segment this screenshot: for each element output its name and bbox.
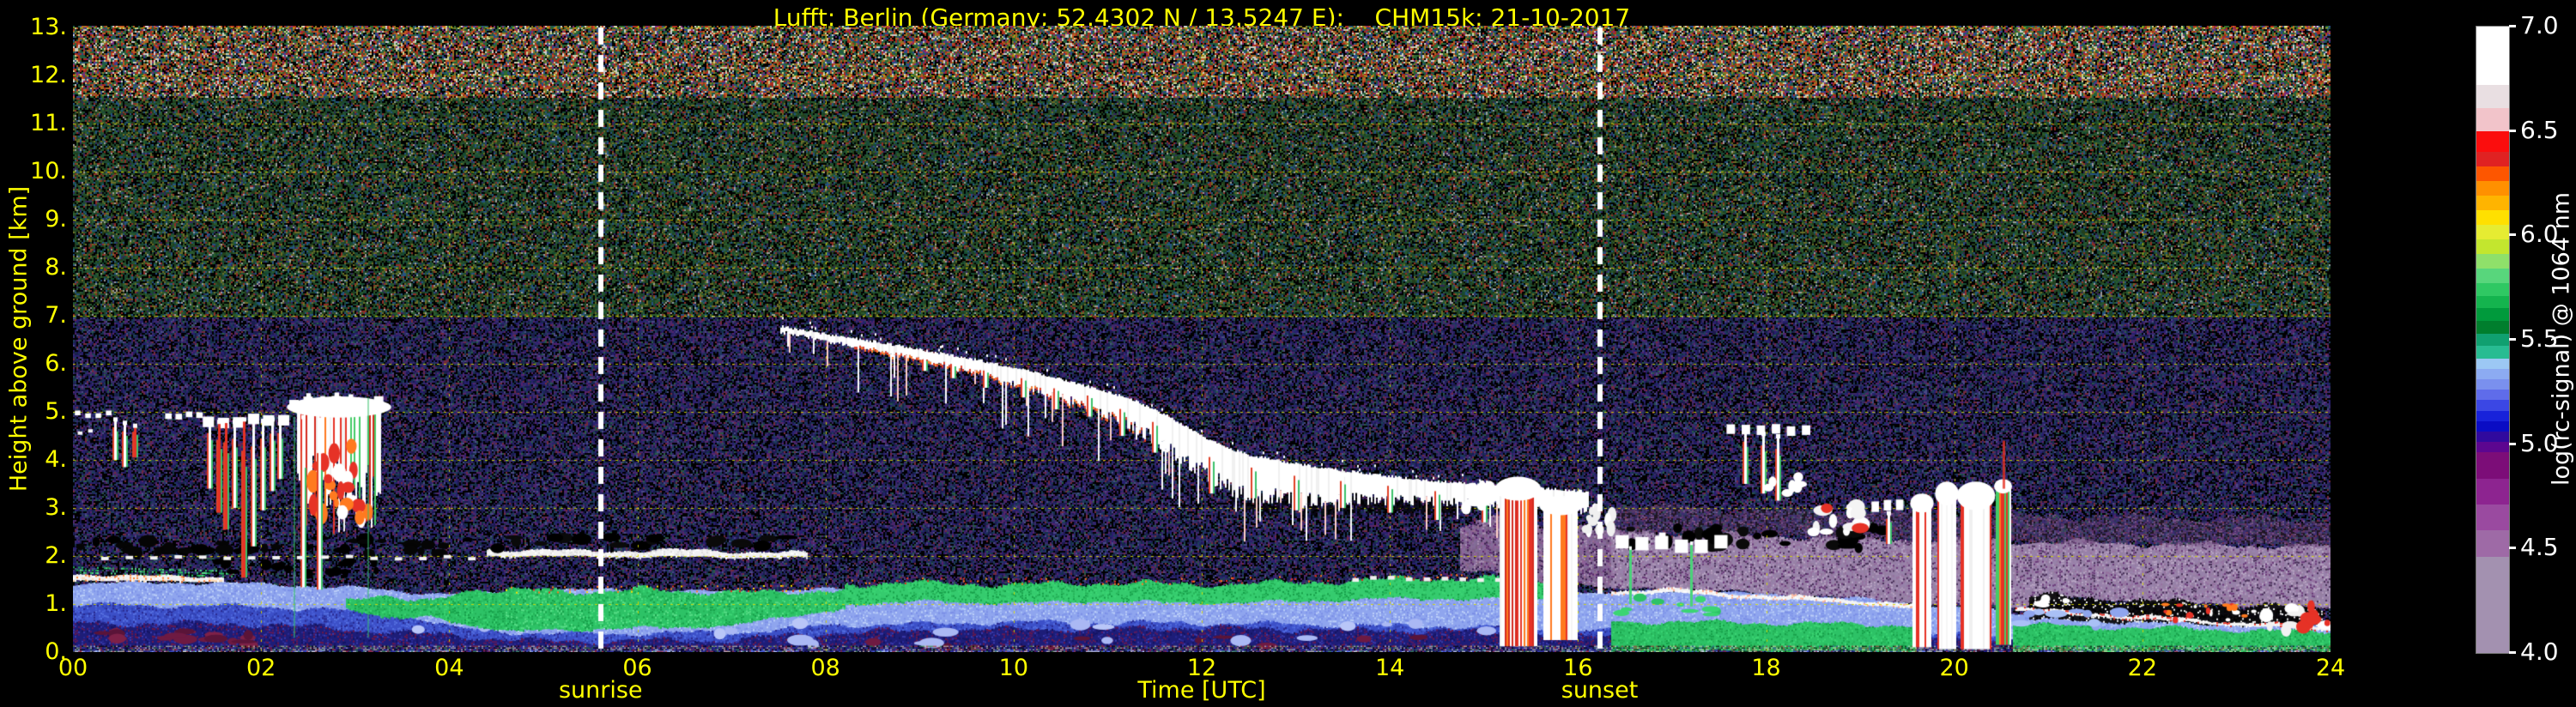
y-tick-label: 3. <box>45 494 67 521</box>
colorbar-tick-mark <box>2509 547 2516 550</box>
colorbar-segment <box>2476 308 2509 322</box>
x-tick-label: 14 <box>1374 655 1405 681</box>
x-tick-label: 16 <box>1563 655 1593 681</box>
colorbar-tick-label: 4.5 <box>2520 533 2559 562</box>
y-tick-label: 2. <box>45 542 67 569</box>
colorbar-segment <box>2476 368 2509 380</box>
colorbar-segment <box>2476 346 2509 359</box>
colorbar-tick-mark <box>2509 442 2516 445</box>
y-tick-label: 6. <box>45 350 67 377</box>
y-tick-label: 9. <box>45 206 67 233</box>
colorbar-segment <box>2476 283 2509 296</box>
colorbar-tick-mark <box>2509 233 2516 237</box>
colorbar-tick-label: 7.0 <box>2520 11 2559 39</box>
colorbar-tick-mark <box>2509 651 2516 654</box>
x-tick-label: 10 <box>998 655 1028 681</box>
colorbar-segment <box>2476 210 2509 226</box>
y-tick-label: 1. <box>45 590 67 617</box>
ceilometer-quicklook: Lufft: Berlin (Germany; 52.4302 N / 13.5… <box>0 0 2576 707</box>
y-tick-label: 10. <box>30 158 67 184</box>
x-tick-label: 06 <box>622 655 652 681</box>
colorbar-segment <box>2476 442 2509 453</box>
colorbar-segment <box>2476 295 2509 309</box>
colorbar-segment <box>2476 269 2509 284</box>
colorbar-segment <box>2476 431 2509 443</box>
colorbar <box>2476 26 2510 654</box>
colorbar-segment <box>2476 530 2509 557</box>
x-tick-label: 20 <box>1939 655 1969 681</box>
colorbar-segment <box>2476 410 2509 421</box>
colorbar-tick-label: 6.5 <box>2520 115 2559 144</box>
y-tick-label: 8. <box>45 254 67 281</box>
colorbar-segment <box>2476 130 2509 152</box>
x-tick-label: 24 <box>2315 655 2346 681</box>
colorbar-segment <box>2476 400 2509 411</box>
colorbar-segment <box>2476 321 2509 334</box>
colorbar-tick-label: 5.0 <box>2520 428 2559 457</box>
colorbar-segment <box>2476 556 2509 653</box>
colorbar-segment <box>2476 151 2509 167</box>
ceilometer-heatmap-canvas <box>73 26 2331 652</box>
colorbar-segment <box>2476 107 2509 131</box>
x-tick-label: 02 <box>245 655 276 681</box>
y-tick-label: 7. <box>45 302 67 329</box>
colorbar-segment <box>2476 85 2509 108</box>
x-tick-label: 00 <box>58 655 88 681</box>
y-tick-label: 13. <box>30 14 67 40</box>
colorbar-segment <box>2476 166 2509 182</box>
colorbar-segment <box>2476 27 2509 86</box>
y-tick-label: 4. <box>45 446 67 473</box>
colorbar-tick-mark <box>2509 129 2516 132</box>
x-tick-label: 08 <box>810 655 840 681</box>
colorbar-segment <box>2476 390 2509 401</box>
colorbar-tick-mark <box>2509 338 2516 341</box>
y-axis-label: Height above ground [km] <box>5 185 33 492</box>
x-tick-label: 18 <box>1751 655 1781 681</box>
colorbar-segment <box>2476 239 2509 255</box>
y-tick-label: 12. <box>30 62 67 88</box>
colorbar-tick-mark <box>2509 25 2516 27</box>
colorbar-segment <box>2476 478 2509 505</box>
x-tick-label: 12 <box>1186 655 1217 681</box>
colorbar-segment <box>2476 225 2509 240</box>
y-tick-label: 11. <box>30 110 67 136</box>
colorbar-segment <box>2476 333 2509 347</box>
y-tick-label: 5. <box>45 398 67 425</box>
colorbar-segment <box>2476 196 2509 211</box>
colorbar-segment <box>2476 452 2509 479</box>
colorbar-segment <box>2476 254 2509 269</box>
colorbar-tick-label: 5.5 <box>2520 324 2559 353</box>
x-tick-label: 22 <box>2127 655 2157 681</box>
colorbar-segment <box>2476 420 2509 432</box>
colorbar-tick-label: 6.0 <box>2520 220 2559 249</box>
colorbar-segment <box>2476 358 2509 369</box>
colorbar-tick-label: 4.0 <box>2520 638 2559 666</box>
x-tick-label: 04 <box>434 655 464 681</box>
colorbar-segment <box>2476 181 2509 196</box>
colorbar-segment <box>2476 379 2509 390</box>
colorbar-segment <box>2476 505 2509 531</box>
